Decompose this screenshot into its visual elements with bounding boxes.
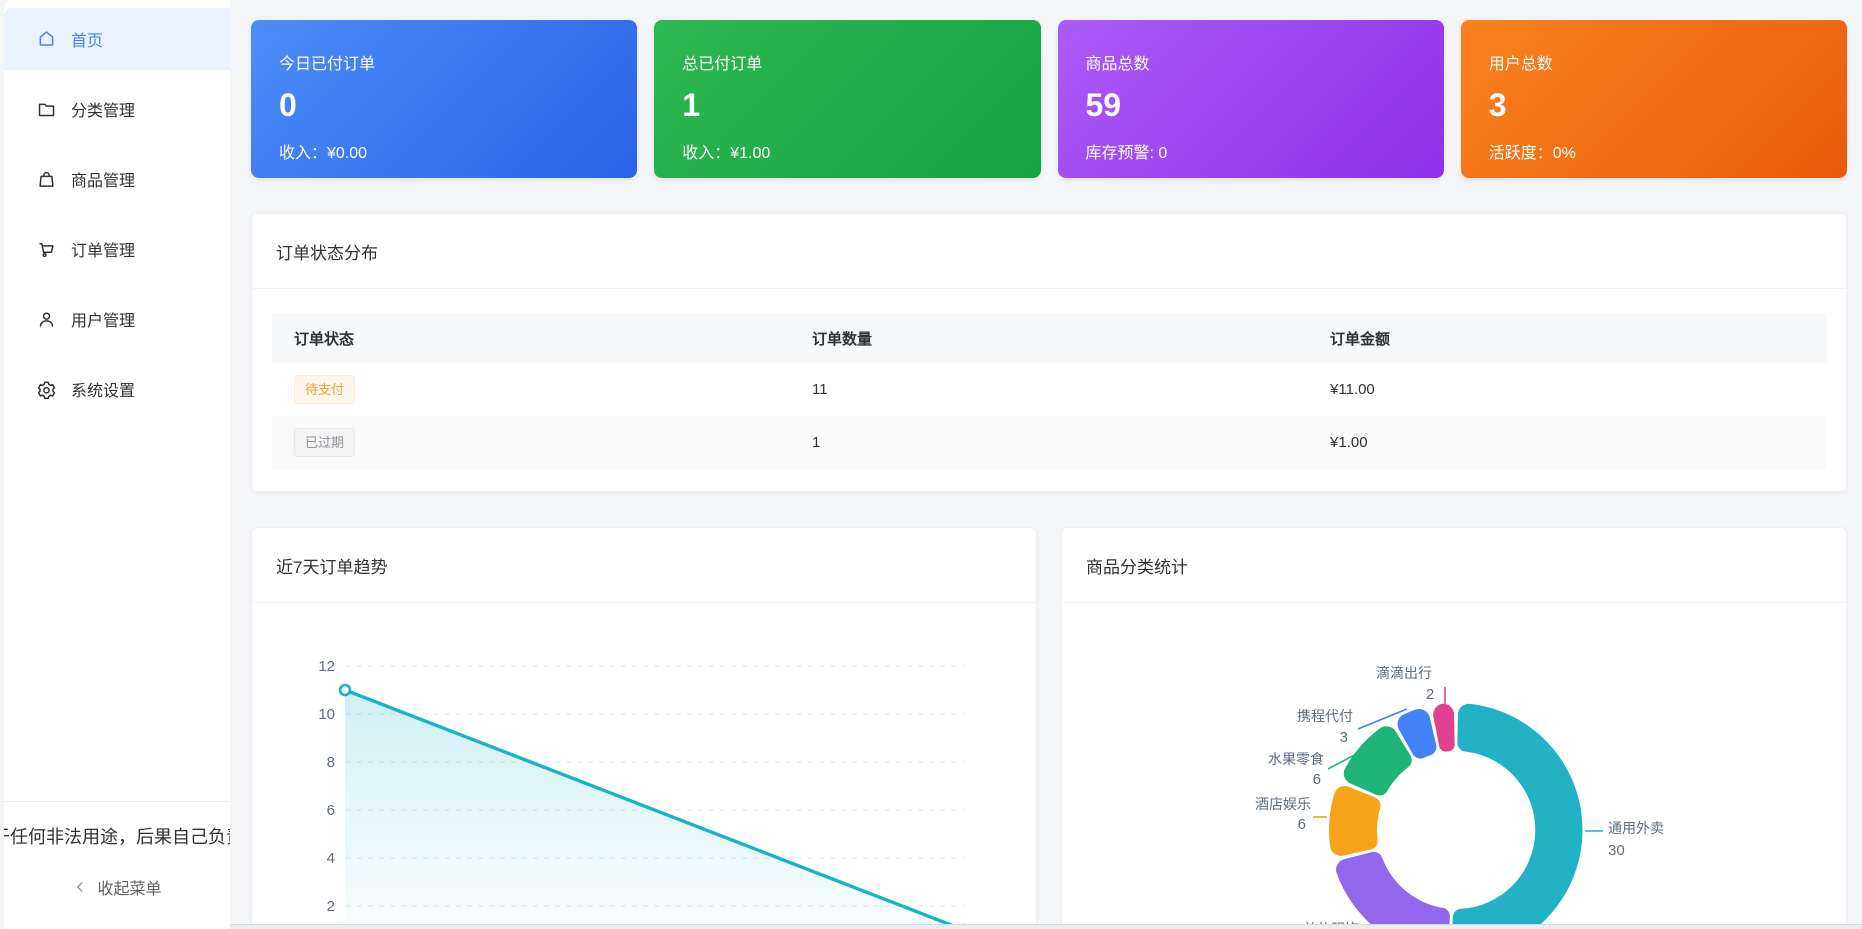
svg-text:12: 12 — [318, 658, 335, 675]
order-trend-panel-header: 近7天订单趋势 — [252, 528, 1036, 603]
order-count-cell: 1 — [790, 434, 1308, 451]
svg-text:2: 2 — [1426, 686, 1434, 703]
admin-dashboard: 首页 分类管理 商品管理 订单管理 — [0, 0, 1862, 929]
stat-card-total-products: 商品总数 59 库存预警: 0 — [1058, 20, 1444, 178]
category-donut-chart: 通用外卖30美妆服饰12酒店娱乐6水果零食6携程代付3滴滴出行2 — [1062, 603, 1847, 929]
panel-title: 近7天订单趋势 — [276, 553, 387, 578]
sidebar-item-categories[interactable]: 分类管理 — [4, 78, 230, 140]
status-badge: 已过期 — [294, 428, 355, 457]
sidebar-item-orders[interactable]: 订单管理 — [4, 218, 230, 280]
svg-text:6: 6 — [1298, 816, 1306, 833]
charts-row: 近7天订单趋势 12108642 商品分类统计 通用外卖30美妆服饰12酒店娱乐… — [251, 527, 1847, 929]
svg-text:6: 6 — [1313, 771, 1321, 788]
stat-card-total-users: 用户总数 3 活跃度：0% — [1461, 20, 1847, 178]
panel-title: 商品分类统计 — [1086, 553, 1188, 578]
order-count-cell: 11 — [790, 381, 1308, 398]
stat-card-title: 用户总数 — [1489, 50, 1819, 74]
stat-card-sub: 收入：¥0.00 — [279, 139, 609, 163]
sidebar-menu: 分类管理 商品管理 订单管理 用户管理 — [4, 78, 230, 420]
order-status-table: 订单状态 订单数量 订单金额 待支付 11 ¥11.00 已过期 1 ¥1.00 — [252, 289, 1846, 469]
sidebar-item-label: 分类管理 — [71, 97, 135, 121]
order-trend-panel: 近7天订单趋势 12 10 8 6 4 2 — [251, 527, 1037, 929]
category-stats-panel-header: 商品分类统计 — [1062, 528, 1846, 603]
stat-cards-row: 今日已付订单 0 收入：¥0.00 总已付订单 1 收入：¥1.00 商品总数 … — [251, 20, 1847, 178]
column-header-status: 订单状态 — [272, 328, 790, 349]
table-header-row: 订单状态 订单数量 订单金额 — [272, 314, 1826, 363]
sidebar-item-label: 用户管理 — [71, 307, 135, 331]
home-icon — [36, 28, 57, 49]
order-amount-cell: ¥1.00 — [1308, 434, 1826, 451]
chevron-left-icon — [72, 879, 88, 895]
stat-card-today-paid-orders: 今日已付订单 0 收入：¥0.00 — [251, 20, 637, 178]
bag-icon — [36, 169, 57, 190]
svg-text:2: 2 — [327, 898, 335, 915]
svg-text:8: 8 — [327, 754, 335, 771]
collapse-menu-label: 收起菜单 — [97, 875, 161, 899]
main-content: 今日已付订单 0 收入：¥0.00 总已付订单 1 收入：¥1.00 商品总数 … — [251, 0, 1847, 929]
svg-text:水果零食: 水果零食 — [1268, 751, 1324, 767]
panel-title: 订单状态分布 — [276, 239, 378, 264]
stat-card-sub: 库存预警: 0 — [1086, 139, 1416, 163]
stat-card-value: 3 — [1489, 87, 1819, 124]
svg-text:酒店娱乐: 酒店娱乐 — [1255, 796, 1311, 812]
table-row: 待支付 11 ¥11.00 — [272, 363, 1826, 416]
sidebar-item-home[interactable]: 首页 — [4, 8, 230, 69]
sidebar-item-label: 商品管理 — [71, 167, 135, 191]
svg-text:6: 6 — [327, 802, 335, 819]
stat-card-sub: 收入：¥1.00 — [682, 139, 1012, 163]
sidebar-item-products[interactable]: 商品管理 — [4, 148, 230, 210]
legal-notice-marquee: 于任何非法用途，后果自己负责 — [4, 823, 230, 849]
sidebar-item-label: 订单管理 — [71, 237, 135, 261]
svg-text:4: 4 — [327, 850, 335, 867]
gear-icon — [36, 379, 57, 400]
svg-text:3: 3 — [1340, 729, 1348, 746]
category-stats-panel: 商品分类统计 通用外卖30美妆服饰12酒店娱乐6水果零食6携程代付3滴滴出行2 — [1061, 527, 1847, 929]
sidebar-footer: 于任何非法用途，后果自己负责 收起菜单 — [4, 801, 230, 929]
svg-text:10: 10 — [318, 706, 335, 723]
folder-icon — [36, 99, 57, 120]
status-badge: 待支付 — [294, 375, 355, 404]
column-header-count: 订单数量 — [790, 328, 1308, 349]
stat-card-total-paid-orders: 总已付订单 1 收入：¥1.00 — [654, 20, 1040, 178]
order-amount-cell: ¥11.00 — [1308, 381, 1826, 398]
collapse-menu-button[interactable]: 收起菜单 — [4, 875, 230, 899]
column-header-amount: 订单金额 — [1308, 328, 1826, 349]
table-row: 已过期 1 ¥1.00 — [272, 416, 1826, 469]
order-status-panel-header: 订单状态分布 — [252, 214, 1846, 289]
sidebar-item-label: 系统设置 — [71, 377, 135, 401]
sidebar-menu-top: 首页 — [4, 0, 230, 70]
sidebar-item-settings[interactable]: 系统设置 — [4, 358, 230, 420]
svg-text:通用外卖: 通用外卖 — [1608, 820, 1664, 836]
svg-text:携程代付: 携程代付 — [1297, 708, 1353, 724]
stat-card-value: 0 — [279, 87, 609, 124]
horizontal-scrollbar[interactable] — [230, 924, 1862, 929]
stat-card-value: 59 — [1086, 87, 1416, 124]
user-icon — [36, 309, 57, 330]
cart-icon — [36, 239, 57, 260]
stat-card-title: 总已付订单 — [682, 50, 1012, 74]
stat-card-title: 商品总数 — [1086, 50, 1416, 74]
svg-text:30: 30 — [1608, 842, 1625, 859]
stat-card-value: 1 — [682, 87, 1012, 124]
sidebar-item-label: 首页 — [71, 27, 103, 51]
order-status-panel: 订单状态分布 订单状态 订单数量 订单金额 待支付 11 ¥11.00 已过期 … — [251, 213, 1847, 492]
order-trend-line-chart: 12 10 8 6 4 2 — [252, 603, 1037, 929]
svg-text:滴滴出行: 滴滴出行 — [1376, 665, 1432, 681]
stat-card-sub: 活跃度：0% — [1489, 139, 1819, 163]
stat-card-title: 今日已付订单 — [279, 50, 609, 74]
sidebar: 首页 分类管理 商品管理 订单管理 — [4, 0, 230, 929]
sidebar-item-users[interactable]: 用户管理 — [4, 288, 230, 350]
